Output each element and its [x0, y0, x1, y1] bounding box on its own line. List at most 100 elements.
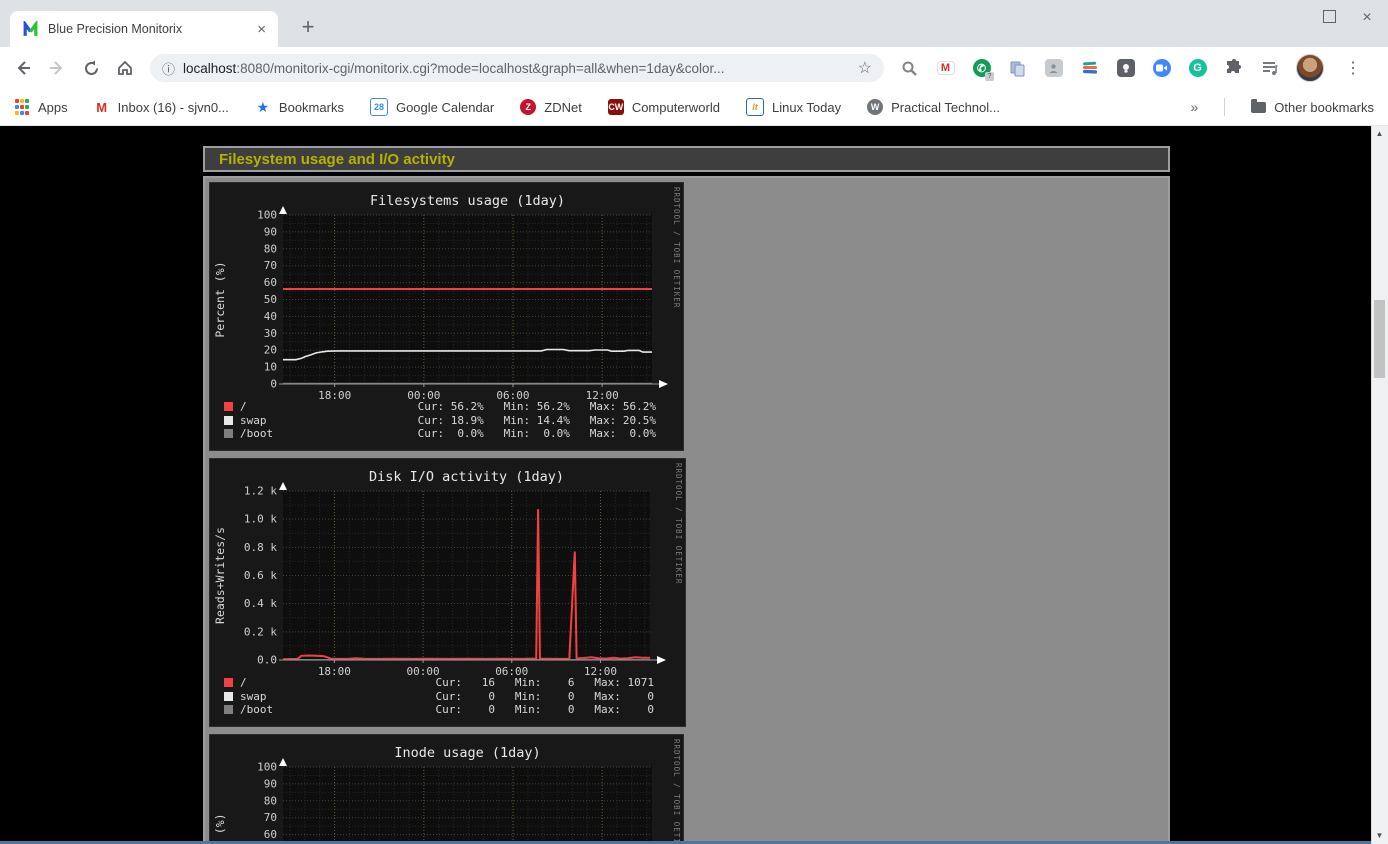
new-tab-button[interactable]: + [294, 14, 322, 42]
legend-series-name: swap [240, 414, 300, 427]
grammarly-extension-icon[interactable]: G [1188, 59, 1207, 78]
voice-extension-icon[interactable]: ✆ ? [972, 59, 991, 78]
bookmark-label: ZDNet [544, 100, 582, 115]
google-calendar-icon: 28 [370, 98, 388, 116]
home-button[interactable] [108, 51, 142, 85]
legend-values: Cur: 18.9% Min: 14.4% Max: 20.5% [418, 414, 656, 427]
other-bookmarks-button[interactable]: Other bookmarks [1251, 100, 1374, 115]
svg-text:60: 60 [264, 828, 277, 841]
svg-text:1.2 k: 1.2 k [244, 485, 277, 498]
gmail-icon: M [94, 99, 110, 115]
zoom-extension-icon[interactable] [1152, 59, 1171, 78]
monitorix-favicon [22, 21, 39, 38]
svg-text:90: 90 [264, 777, 277, 790]
svg-text:0.0: 0.0 [257, 654, 277, 667]
bookmark-google-calendar[interactable]: 28 Google Calendar [370, 98, 494, 116]
search-extension-icon[interactable] [900, 59, 919, 78]
lamp-extension-icon[interactable] [1116, 59, 1135, 78]
browser-menu-icon[interactable]: ⋮ [1345, 58, 1361, 78]
books-extension-icon[interactable] [1080, 59, 1099, 78]
legend-series-name: swap [240, 690, 300, 703]
svg-text:Inode usage (1day): Inode usage (1day) [394, 745, 540, 761]
zdnet-icon: Z [520, 99, 536, 115]
profile-avatar[interactable] [1296, 54, 1324, 82]
rrdtool-branding: RRDTOOL / TOBI OETIKER [672, 187, 681, 308]
legend-row: /bootCur: 0 Min: 0 Max: 0 [224, 703, 654, 717]
svg-text:0.8 k: 0.8 k [244, 541, 277, 554]
reload-icon [83, 60, 100, 77]
playlist-extension-icon[interactable] [1260, 59, 1279, 78]
legend-series-name: / [240, 400, 300, 413]
svg-text:Reads+Writes/s: Reads+Writes/s [213, 527, 227, 624]
bookmark-label: Computerworld [632, 100, 720, 115]
url-path: :8080/monitorix-cgi/monitorix.cgi?mode=l… [236, 61, 724, 76]
bookmark-practical-technology[interactable]: W Practical Technol... [867, 99, 1000, 115]
legend-series-name: / [240, 676, 300, 689]
bookmark-linux-today[interactable]: lt Linux Today [746, 98, 841, 116]
bookmark-inbox[interactable]: M Inbox (16) - sjvn0... [94, 99, 229, 115]
legend-values: Cur: 0.0% Min: 0.0% Max: 0.0% [418, 427, 656, 440]
bookmarks-bar: Apps M Inbox (16) - sjvn0... ★ Bookmarks… [0, 89, 1388, 126]
star-icon: ★ [255, 99, 271, 115]
bookmark-apps[interactable]: Apps [14, 99, 68, 115]
reload-button[interactable] [74, 51, 108, 85]
forward-button[interactable] [40, 51, 74, 85]
page-scrollbar[interactable]: ▲ ▼ [1371, 126, 1388, 844]
scrollbar-thumb[interactable] [1374, 300, 1385, 378]
persona-extension-icon[interactable] [1044, 59, 1063, 78]
chart-disk-io-activity[interactable]: 0.00.2 k0.4 k0.6 k0.8 k1.0 k1.2 k18:0000… [209, 458, 686, 727]
page-info-icon[interactable]: ⓘ [162, 59, 175, 78]
svg-text:70: 70 [264, 811, 277, 824]
gmail-extension-icon[interactable]: M [936, 59, 955, 78]
legend-values: Cur: 0 Min: 0 Max: 0 [435, 703, 654, 716]
svg-text:Disk I/O activity (1day): Disk I/O activity (1day) [369, 469, 564, 485]
legend-values: Cur: 0 Min: 0 Max: 0 [435, 690, 654, 703]
chart-inode-usage[interactable]: 010203040506070809010018:0000:0006:0012:… [209, 734, 684, 844]
scrollbar-up-icon[interactable]: ▲ [1372, 126, 1387, 142]
back-button[interactable] [6, 51, 40, 85]
legend-color-swatch [224, 692, 233, 701]
legend-row: / Cur: 56.2% Min: 56.2% Max: 56.2% [224, 400, 656, 414]
legend-color-swatch [224, 416, 233, 425]
legend-color-swatch [224, 705, 233, 714]
rrdtool-branding: RRDTOOL / TOBI OETIKER [672, 739, 681, 844]
copy-pages-extension-icon[interactable] [1008, 59, 1027, 78]
close-window-button[interactable]: × [1360, 9, 1374, 27]
home-icon [116, 59, 134, 77]
apps-grid-icon [14, 99, 30, 115]
bookmark-computerworld[interactable]: CW Computerworld [608, 99, 720, 115]
bookmarks-separator [1224, 98, 1225, 116]
svg-text:Percent (%): Percent (%) [213, 261, 227, 337]
section-title: Filesystem usage and I/O activity [219, 151, 455, 168]
legend-color-swatch [224, 402, 233, 411]
svg-text:0.6 k: 0.6 k [244, 569, 277, 582]
svg-text:90: 90 [264, 225, 277, 238]
tab-close-icon[interactable]: × [253, 20, 270, 39]
legend-values: Cur: 56.2% Min: 56.2% Max: 56.2% [418, 400, 656, 413]
extensions-puzzle-icon[interactable] [1224, 59, 1243, 78]
bookmark-label: Apps [38, 100, 68, 115]
linux-today-icon: lt [746, 98, 764, 116]
legend-row: swap Cur: 0 Min: 0 Max: 0 [224, 690, 654, 704]
maximize-button[interactable] [1322, 10, 1336, 26]
scrollbar-down-icon[interactable]: ▼ [1372, 828, 1387, 844]
browser-tab[interactable]: Blue Precision Monitorix × [10, 11, 278, 47]
svg-text:1.0 k: 1.0 k [244, 513, 277, 526]
browser-titlebar: Blue Precision Monitorix × + × [0, 0, 1388, 47]
bookmark-zdnet[interactable]: Z ZDNet [520, 99, 582, 115]
svg-text:0.2 k: 0.2 k [244, 625, 277, 638]
url-text[interactable]: localhost:8080/monitorix-cgi/monitorix.c… [183, 61, 850, 76]
svg-text:Percent (%): Percent (%) [213, 813, 227, 844]
legend-row: swap Cur: 18.9% Min: 14.4% Max: 20.5% [224, 414, 656, 428]
svg-text:80: 80 [264, 794, 277, 807]
legend-values: Cur: 16 Min: 6 Max: 1071 [435, 676, 654, 689]
bookmark-bookmarks[interactable]: ★ Bookmarks [255, 99, 344, 115]
bookmark-star-icon[interactable]: ☆ [858, 58, 872, 78]
window-controls: × [1284, 6, 1374, 30]
chart-filesystems-usage[interactable]: 010203040506070809010018:0000:0006:0012:… [209, 182, 684, 451]
address-bar[interactable]: ⓘ localhost:8080/monitorix-cgi/monitorix… [150, 54, 884, 82]
bookmark-label: Inbox (16) - sjvn0... [118, 100, 229, 115]
svg-text:30: 30 [264, 327, 277, 340]
legend-row: /bootCur: 0.0% Min: 0.0% Max: 0.0% [224, 427, 656, 441]
bookmarks-overflow-icon[interactable]: » [1191, 99, 1199, 115]
